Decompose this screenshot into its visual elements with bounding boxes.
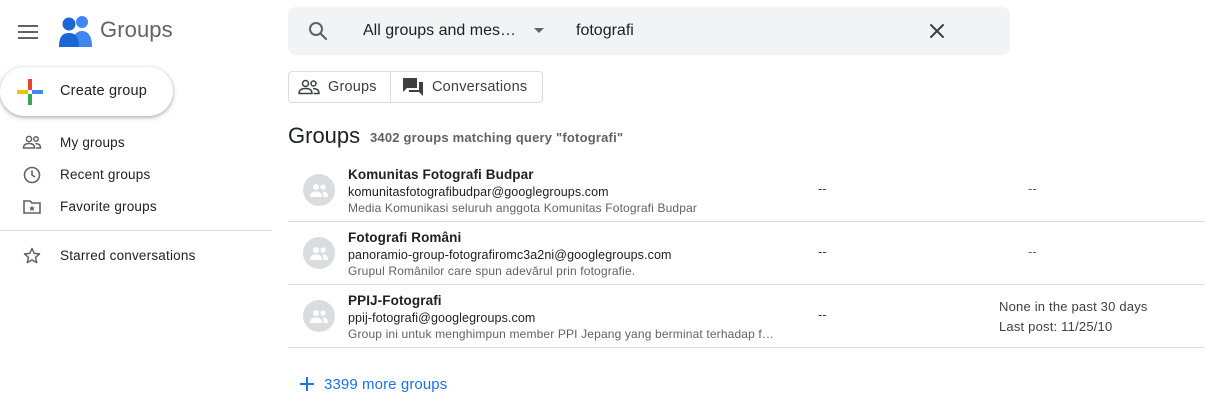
more-groups-link[interactable]: 3399 more groups bbox=[300, 373, 447, 395]
group-avatar-icon bbox=[310, 310, 328, 323]
people-icon bbox=[298, 79, 320, 95]
group-email: komunitasfotografibudpar@googlegroups.co… bbox=[348, 185, 609, 199]
toggle-conversations-button[interactable]: Conversations bbox=[391, 72, 542, 102]
sidebar-item-label: My groups bbox=[60, 135, 125, 150]
folder-star-icon bbox=[23, 200, 41, 214]
group-activity-value: -- bbox=[1028, 244, 1037, 259]
sidebar-item-starred-conversations[interactable]: Starred conversations bbox=[0, 241, 272, 271]
group-avatar bbox=[303, 300, 335, 332]
more-groups-label: 3399 more groups bbox=[324, 375, 448, 393]
group-description: Grupul Românilor care spun adevărul prin… bbox=[348, 264, 636, 278]
group-email: ppij-fotografi@googlegroups.com bbox=[348, 311, 536, 325]
create-group-button[interactable]: Create group bbox=[0, 67, 173, 116]
plus-icon bbox=[300, 377, 314, 391]
caret-down-icon bbox=[534, 28, 544, 33]
search-bar: All groups and messages bbox=[288, 7, 1010, 55]
group-activity-value: None in the past 30 days bbox=[999, 299, 1148, 314]
hamburger-menu-icon bbox=[18, 25, 38, 39]
toggle-groups-button[interactable]: Groups bbox=[289, 72, 391, 102]
search-icon[interactable] bbox=[306, 19, 330, 43]
search-input[interactable] bbox=[576, 19, 896, 43]
group-last-post: Last post: 11/25/10 bbox=[999, 319, 1113, 334]
app-title: Groups bbox=[100, 17, 173, 42]
create-group-label: Create group bbox=[60, 83, 148, 99]
sidebar-item-label: Starred conversations bbox=[60, 248, 196, 263]
star-icon bbox=[23, 247, 41, 264]
group-name: Komunitas Fotografi Budpar bbox=[348, 167, 534, 182]
group-name: Fotografi Români bbox=[348, 230, 462, 245]
sidebar-item-favorite-groups[interactable]: Favorite groups bbox=[0, 192, 272, 222]
group-avatar-icon bbox=[310, 247, 328, 260]
search-scope-value: All groups and messages bbox=[363, 22, 518, 39]
sidebar-item-label: Recent groups bbox=[60, 167, 151, 182]
people-icon bbox=[22, 135, 42, 149]
plus-colored-icon bbox=[17, 79, 43, 105]
forum-icon bbox=[403, 78, 423, 96]
groups-app: Groups Create group My groups Recent gro… bbox=[0, 0, 1205, 405]
toggle-conversations-label: Conversations bbox=[432, 79, 528, 95]
group-row[interactable]: Fotografi Români panoramio-group-fotogra… bbox=[288, 222, 1205, 285]
group-conversations-value: -- bbox=[818, 244, 827, 259]
group-description: Media Komunikasi seluruh anggota Komunit… bbox=[348, 201, 698, 215]
groups-logo-icon[interactable] bbox=[58, 14, 94, 53]
group-conversations-value: -- bbox=[818, 181, 827, 196]
group-row[interactable]: Komunitas Fotografi Budpar komunitasfoto… bbox=[288, 159, 1205, 222]
toggle-groups-label: Groups bbox=[328, 79, 377, 95]
search-scope-dropdown[interactable]: All groups and messages bbox=[363, 7, 553, 55]
group-avatar bbox=[303, 174, 335, 206]
sidebar-item-my-groups[interactable]: My groups bbox=[0, 128, 272, 158]
results-type-toggle: Groups Conversations bbox=[288, 71, 543, 103]
clock-icon bbox=[23, 166, 41, 184]
results-count: 3402 groups matching query "fotografi" bbox=[370, 130, 624, 145]
group-email: panoramio-group-fotografiromc3a2ni@googl… bbox=[348, 248, 672, 262]
main-menu-button[interactable] bbox=[13, 17, 43, 47]
group-description: Group ini untuk menghimpun member PPI Je… bbox=[348, 327, 778, 341]
results-title: Groups bbox=[288, 123, 361, 148]
group-row[interactable]: PPIJ-Fotografi ppij-fotografi@googlegrou… bbox=[288, 285, 1205, 348]
sidebar-item-label: Favorite groups bbox=[60, 199, 157, 214]
group-avatar bbox=[303, 237, 335, 269]
group-activity-value: -- bbox=[1028, 181, 1037, 196]
sidebar-divider bbox=[0, 230, 272, 231]
close-icon[interactable] bbox=[925, 19, 949, 43]
sidebar-item-recent-groups[interactable]: Recent groups bbox=[0, 160, 272, 190]
group-conversations-value: -- bbox=[818, 307, 827, 322]
group-name: PPIJ-Fotografi bbox=[348, 293, 442, 308]
group-avatar-icon bbox=[310, 184, 328, 197]
